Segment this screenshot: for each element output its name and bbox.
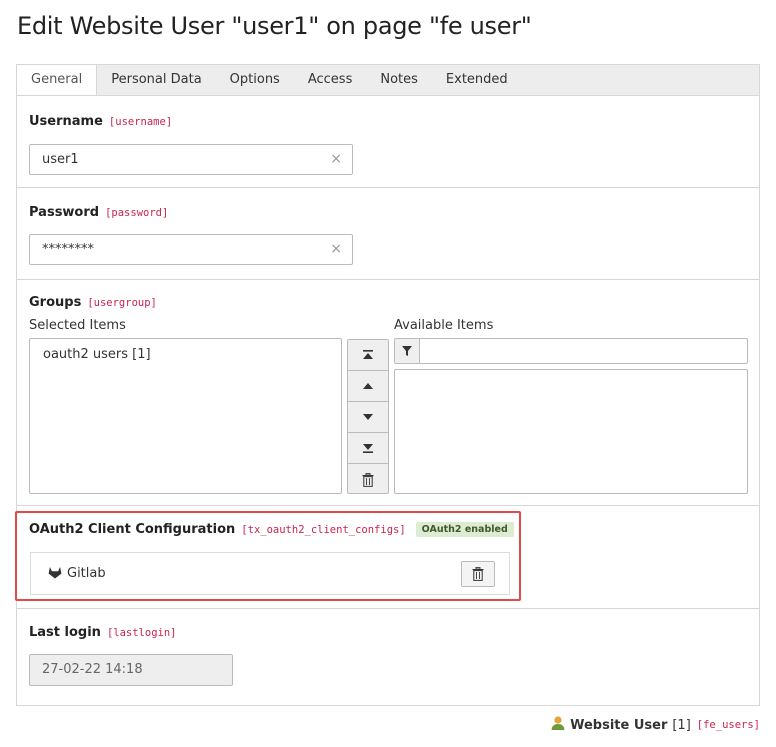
move-down-icon <box>363 414 373 420</box>
username-input[interactable]: user1 × <box>29 144 353 175</box>
username-section: Username [username] user1 × <box>17 96 759 188</box>
selected-items-list[interactable]: oauth2 users [1] <box>29 338 342 494</box>
move-top-icon <box>363 350 373 359</box>
available-items-list[interactable] <box>394 369 748 494</box>
move-bottom-button[interactable] <box>348 433 388 464</box>
move-up-button[interactable] <box>348 371 388 402</box>
password-label: Password [password] <box>29 205 168 220</box>
clear-icon[interactable]: × <box>330 145 342 174</box>
available-items-filter[interactable] <box>394 338 748 364</box>
password-section: Password [password] ******** × <box>17 188 759 280</box>
form-panel: Username [username] user1 × Password [pass… <box>16 95 760 706</box>
groups-label: Groups [usergroup] <box>29 295 157 310</box>
move-top-button[interactable] <box>348 340 388 371</box>
list-item[interactable]: oauth2 users [1] <box>30 339 341 362</box>
selected-items-label: Selected Items <box>29 318 126 333</box>
user-icon <box>550 715 566 735</box>
username-value: user1 <box>42 152 79 167</box>
lastlogin-label: Last login [lastlogin] <box>29 625 177 640</box>
tab-personal-data[interactable]: Personal Data <box>97 65 215 96</box>
tab-extended[interactable]: Extended <box>432 65 522 96</box>
available-items-label: Available Items <box>394 318 494 333</box>
move-down-button[interactable] <box>348 402 388 433</box>
groups-fieldname: [usergroup] <box>87 297 157 309</box>
trash-icon <box>362 472 374 487</box>
record-uid: [1] <box>672 717 691 733</box>
highlight-box <box>15 511 521 601</box>
lastlogin-field: 27-02-22 14:18 <box>29 654 233 686</box>
move-bottom-icon <box>363 444 373 453</box>
clear-icon[interactable]: × <box>330 235 342 264</box>
remove-item-button[interactable] <box>348 464 388 495</box>
username-label-text: Username <box>29 114 103 129</box>
record-table: [fe_users] <box>696 719 760 731</box>
tab-general[interactable]: General <box>17 65 98 97</box>
password-input[interactable]: ******** × <box>29 234 353 265</box>
record-type: Website User <box>570 717 668 733</box>
password-fieldname: [password] <box>105 207 169 219</box>
password-label-text: Password <box>29 205 100 220</box>
lastlogin-label-text: Last login <box>29 625 101 640</box>
lastlogin-fieldname: [lastlogin] <box>106 627 177 639</box>
password-value: ******** <box>42 242 94 257</box>
oauth-divider <box>17 608 759 609</box>
record-footer: Website User [1] [fe_users] <box>550 715 760 735</box>
groups-divider <box>17 505 759 506</box>
tab-options[interactable]: Options <box>216 65 294 96</box>
filter-icon <box>395 339 420 363</box>
groups-label-text: Groups <box>29 295 82 310</box>
tab-bar: General Personal Data Options Access Not… <box>16 64 760 97</box>
group-move-buttons <box>347 339 389 494</box>
move-up-icon <box>363 383 373 389</box>
tab-notes[interactable]: Notes <box>366 65 432 96</box>
username-label: Username [username] <box>29 114 172 129</box>
page-title: Edit Website User "user1" on page "fe us… <box>17 12 532 40</box>
username-fieldname: [username] <box>108 116 173 128</box>
tab-access[interactable]: Access <box>294 65 367 96</box>
